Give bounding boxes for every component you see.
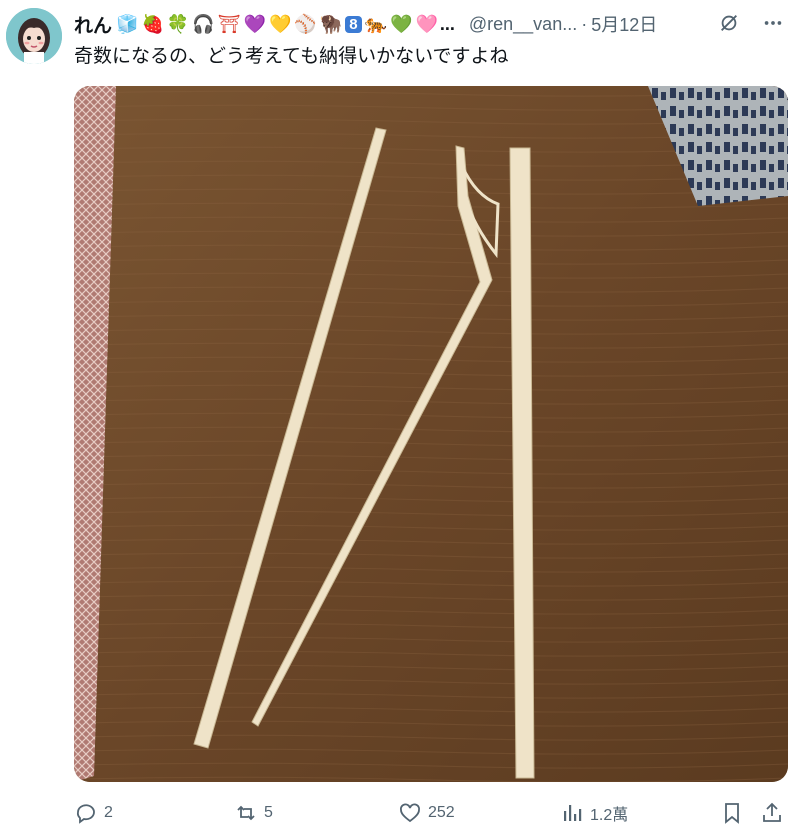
bookmark-icon <box>725 803 739 824</box>
emoji-yellow-heart: 💛 <box>268 13 292 34</box>
separator-dot: · <box>581 13 588 34</box>
tweet-text: 奇数になるの、どう考えても納得いかないですよね <box>74 46 509 67</box>
header-actions <box>716 10 786 36</box>
avatar[interactable] <box>6 8 62 64</box>
tweet-photo[interactable] <box>74 86 788 782</box>
emoji-green-heart: 💚 <box>390 13 413 34</box>
emoji-clover: 🍀 <box>166 13 190 34</box>
name-ellipsis: ... <box>439 13 455 34</box>
grok-slash-icon[interactable] <box>716 10 742 36</box>
bookmark-button[interactable] <box>720 796 744 830</box>
reply-icon <box>76 804 95 824</box>
views-button[interactable]: 1.2萬 <box>560 796 628 830</box>
views-count: 1.2萬 <box>590 807 629 824</box>
display-name[interactable]: れん <box>74 11 112 38</box>
heart-icon <box>400 803 420 823</box>
avatar-illustration <box>6 8 62 64</box>
more-dots-icon[interactable] <box>760 10 786 36</box>
chopsticks-photo <box>74 86 788 782</box>
tweet-header: れん 🧊 🍓 🍀 🎧 ⛩ 💜 💛 ⚾ 🦬 8 🐅 💚 🩷 ... @ren__v… <box>74 10 792 38</box>
emoji-bison: 🦬 <box>319 13 343 34</box>
emoji-pink-heart: 🩷 <box>415 13 438 34</box>
emoji-torii: ⛩ <box>217 13 241 34</box>
emoji-tiger: 🐅 <box>364 13 388 34</box>
retweet-icon <box>237 805 255 821</box>
views-chart-icon <box>564 805 582 821</box>
like-count: 252 <box>428 804 455 821</box>
emoji-purple-heart: 💜 <box>243 13 266 34</box>
emoji-ice: 🧊 <box>116 13 139 34</box>
emoji-strawberry: 🍓 <box>141 13 164 34</box>
retweet-count: 5 <box>264 804 273 821</box>
retweet-button[interactable]: 5 <box>234 796 273 830</box>
name-emojis: 🧊 🍓 🍀 🎧 ⛩ 💜 💛 ⚾ 🦬 8 🐅 💚 🩷 <box>116 14 438 35</box>
tweet-actions: 2 5 252 1.2萬 <box>74 796 790 830</box>
emoji-keycap-8: 8 <box>345 15 362 33</box>
share-button[interactable] <box>760 796 784 830</box>
user-handle[interactable]: @ren__van... <box>469 14 577 35</box>
tweet-date[interactable]: 5月12日 <box>591 11 657 37</box>
emoji-baseball: ⚾ <box>294 13 317 34</box>
reply-button[interactable]: 2 <box>74 796 113 830</box>
reply-count: 2 <box>104 804 113 821</box>
like-button[interactable]: 252 <box>398 796 455 830</box>
share-icon <box>763 802 781 822</box>
emoji-headphones: 🎧 <box>192 13 215 34</box>
